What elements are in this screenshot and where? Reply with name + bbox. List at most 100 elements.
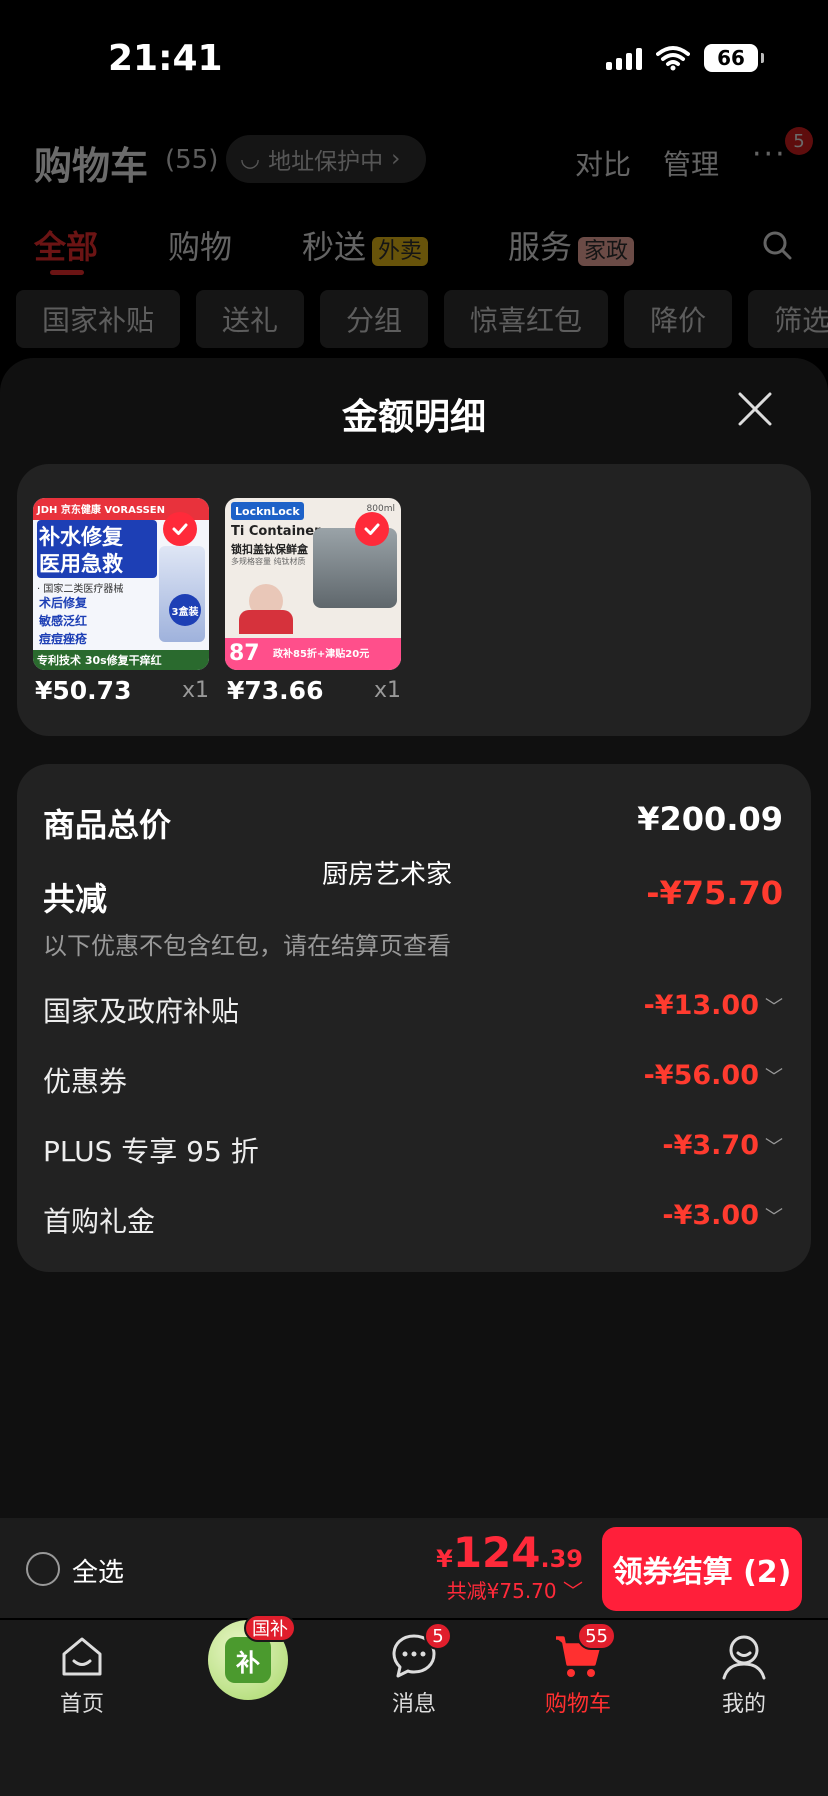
price-breakdown-card: 商品总价 ¥200.09 厨房艺术家 共减 -¥75.70 以下优惠不包含红包，… [17,764,811,1272]
cart-title: 购物车 [34,144,149,188]
discount-item-label: PLUS 专享 95 折 [43,1135,259,1168]
chip-national-subsidy[interactable]: 国家补贴 [16,290,181,348]
chevron-down-icon: ﹀ [765,1066,783,1088]
product-image-footer: 专利技术 30s修复干痒红 [33,650,209,670]
product-image-brand: LocknLock [231,502,304,520]
total-discount-row: 共减 -¥75.70 [43,874,783,920]
search-icon[interactable] [762,230,792,260]
checkout-button[interactable]: 领券结算 (2) [602,1527,802,1611]
amount-detail-sheet: 金额明细 JDH 京东健康 VORASSEN 补水修复 医用急救 · 国家二类医… [0,358,828,1518]
product-image-feature-1: 术后修复 [39,596,88,610]
discount-item-row[interactable]: 优惠券 -¥56.00 ﹀ [43,1060,783,1100]
product-image: LocknLock 800ml Ti Container 锁扣盖钛保鲜盒 多规格… [225,498,401,670]
discount-item-value: -¥13.00 [643,990,759,1021]
chevron-down-icon: ﹀ [765,1206,783,1228]
tab-services[interactable]: 服务 家政 [508,222,635,268]
cellular-signal-icon [606,46,642,70]
tab-home-label: 首页 [59,1692,104,1717]
tab-instant-delivery[interactable]: 秒送 外卖 [302,222,429,268]
products-card: JDH 京东健康 VORASSEN 补水修复 医用急救 · 国家二类医疗器械 术… [17,464,811,736]
selected-check-icon[interactable] [163,512,197,546]
category-tabs: 全部 购物 秒送 外卖 服务 家政 [0,222,828,282]
discount-item-row[interactable]: 国家及政府补贴 -¥13.00 ﹀ [43,990,783,1030]
more-badge: 5 [785,127,813,155]
currency-symbol: ¥ [436,1545,453,1573]
takeout-tag: 外卖 [372,237,429,266]
checkout-total: ¥124.39 共减¥75.70 ﹀ [436,1528,583,1604]
cart-header: 购物车 (55) ◡ 地址保护中 › 对比 管理 ··· 5 [0,125,828,195]
discount-item-label: 国家及政府补贴 [43,995,240,1028]
product-image-pack-badge: 3盒装 [169,594,201,626]
product-image-feature-3: 痘痘痤疮 [39,632,88,646]
tab-cart[interactable]: 55 购物车 [518,1622,638,1718]
address-protection-label: 地址保护中 [268,149,384,175]
product-price: ¥73.66 [227,676,324,705]
active-tab-underline [50,270,84,275]
discount-note: 以下优惠不包含红包，请在结算页查看 [43,932,451,960]
product-image: JDH 京东健康 VORASSEN 补水修复 医用急救 · 国家二类医疗器械 术… [33,498,209,670]
select-all-radio[interactable] [26,1552,60,1586]
status-bar: 21:41 66 [0,0,828,120]
chip-group[interactable]: 分组 [320,290,429,348]
discount-item-row[interactable]: PLUS 专享 95 折 -¥3.70 ﹀ [43,1130,783,1170]
product-image-brand: JDH 京东健康 VORASSEN [37,505,166,516]
tab-me[interactable]: 我的 [684,1630,804,1718]
chip-surprise-red-packet[interactable]: 惊喜红包 [444,290,609,348]
message-icon: 5 [388,1622,452,1682]
product-image-feature-2: 敏感泛红 [39,614,88,628]
tab-shopping[interactable]: 购物 [168,222,232,268]
product-image-headline-2: 锁扣盖钛保鲜盒 [231,543,308,556]
product-image-cert: · 国家二类医疗器械 [37,584,124,595]
total-price-label: 商品总价 [43,806,172,844]
messages-badge: 5 [424,1622,452,1650]
product-item[interactable]: JDH 京东健康 VORASSEN 补水修复 医用急救 · 国家二类医疗器械 术… [33,498,209,705]
discount-item-value: -¥3.70 [662,1130,759,1161]
tab-cart-label: 购物车 [544,1692,611,1717]
product-image-price: 87 [229,641,260,666]
discount-item-value: -¥3.00 [662,1200,759,1231]
total-discount-label: 共减 [43,880,108,918]
manage-button[interactable]: 管理 [663,143,719,183]
chevron-right-icon: › [391,146,401,172]
sheet-title: 金额明细 [341,397,486,438]
tab-messages[interactable]: 5 消息 [354,1622,474,1718]
product-image-subtitle: 多规格容量 纯钛材质 [231,557,306,566]
status-icons: 66 [606,44,764,72]
subsidy-badge: 国补 [244,1614,296,1642]
user-icon [718,1630,770,1682]
chip-filter[interactable]: 筛选 [748,290,828,348]
total-saved-link[interactable]: 共减¥75.70 ﹀ [436,1575,583,1604]
select-all-label[interactable]: 全选 [72,1552,124,1589]
tab-messages-label: 消息 [391,1692,436,1717]
discount-item-label: 首购礼金 [43,1205,156,1238]
selected-check-icon[interactable] [355,512,389,546]
address-protection-pill[interactable]: ◡ 地址保护中 › [226,135,426,183]
subsidy-shield-icon: 补 [225,1637,271,1683]
product-image-headline-1: 补水修复 [39,525,123,549]
product-price: ¥50.73 [35,676,132,705]
chip-price-drop[interactable]: 降价 [624,290,733,348]
status-time: 21:41 [108,38,223,79]
product-item[interactable]: LocknLock 800ml Ti Container 锁扣盖钛保鲜盒 多规格… [225,498,401,705]
discount-item-label: 优惠券 [43,1065,128,1098]
product-qty: x1 [181,678,209,703]
tab-home[interactable]: 首页 [22,1630,142,1718]
total-saved-label: 共减¥75.70 [446,1579,557,1603]
more-icon[interactable]: ··· [752,137,787,172]
tab-all[interactable]: 全部 [34,222,98,268]
checkout-bar: 全选 ¥124.39 共减¥75.70 ﹀ 领券结算 (2) [0,1518,828,1618]
home-icon [56,1630,108,1682]
chevron-down-icon: ﹀ [556,1579,583,1603]
product-image-headline-2: 医用急救 [39,552,123,576]
total-price-value: ¥200.09 [637,800,783,838]
discount-item-row[interactable]: 首购礼金 -¥3.00 ﹀ [43,1200,783,1240]
total-amount-integer: 124 [452,1528,541,1577]
cart-icon: 55 [552,1622,616,1682]
chip-gift[interactable]: 送礼 [196,290,305,348]
close-icon[interactable] [734,388,776,430]
bottom-tab-bar: 首页 补 国补 5 消息 55 购物车 我的 [0,1614,828,1796]
compare-button[interactable]: 对比 [575,143,631,183]
wifi-icon [656,46,690,71]
housekeeping-tag: 家政 [578,237,635,266]
filter-chips: 国家补贴 送礼 分组 惊喜红包 降价 筛选 [16,290,828,350]
